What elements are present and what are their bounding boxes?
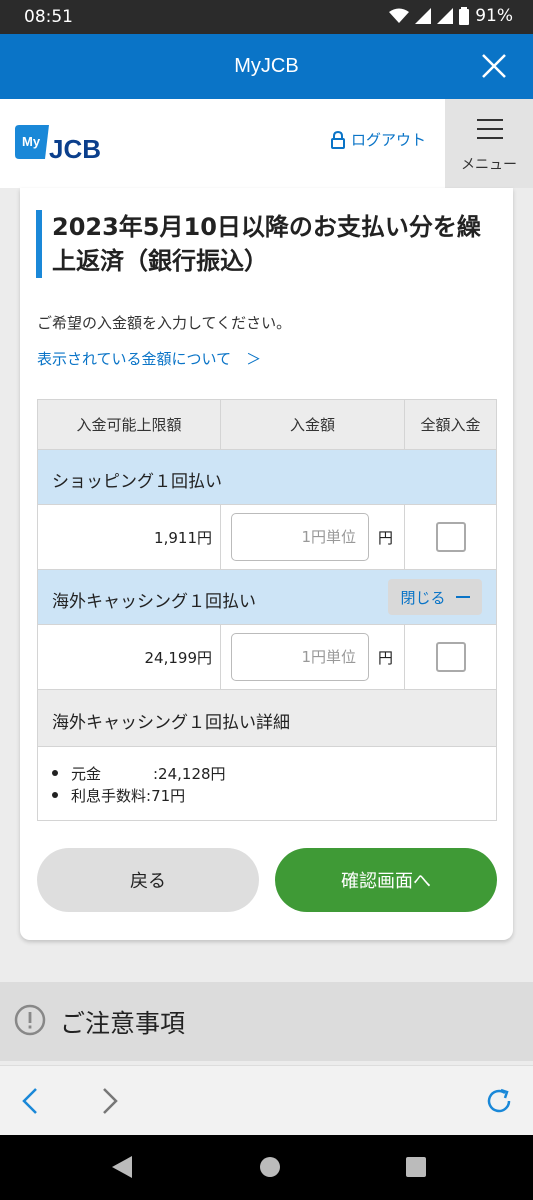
battery-icon [459, 7, 470, 25]
status-bar: 08:51 91% [0, 0, 533, 34]
status-icons: 91% [389, 6, 513, 26]
toggle-label: 閉じる [400, 588, 446, 607]
amount-cell: 円 [221, 505, 405, 569]
intro-text: ご希望の入金額を入力してください。 [37, 314, 292, 332]
wifi-icon [389, 8, 410, 23]
logo-jcb-text: JCB [49, 134, 101, 161]
col-full-header: 全額入金 [420, 416, 481, 434]
battery-percent: 91% [475, 6, 513, 26]
detail-header: 海外キャッシング１回払い詳細 [38, 690, 496, 747]
system-nav-bar [0, 1135, 533, 1200]
logout-link[interactable]: ログアウト [331, 129, 426, 150]
table-header: 入金可能上限額 入金額 全額入金 [38, 400, 496, 450]
signal-icon [437, 8, 454, 24]
nav-back-icon[interactable] [112, 1156, 132, 1178]
myjcb-logo[interactable]: My JCB [15, 125, 119, 164]
limit-value: 24,199円 [38, 625, 221, 689]
section-shopping: ショッピング１回払い [38, 450, 496, 505]
shopping-full-checkbox[interactable] [435, 522, 466, 552]
site-header: My JCB ログアウト メニュー [0, 99, 533, 188]
unit-label: 円 [378, 528, 394, 547]
list-item: 元金 :24,128円 [52, 762, 226, 784]
chevron-left-icon[interactable] [18, 1086, 42, 1116]
shopping-amount-input[interactable] [231, 513, 369, 561]
close-icon[interactable] [479, 51, 509, 81]
unit-label: 円 [378, 648, 394, 667]
chevron-right-icon[interactable] [98, 1086, 122, 1116]
cashing-amount-input[interactable] [231, 633, 369, 681]
col-amount-header: 入金額 [221, 400, 405, 449]
notice-section[interactable]: ご注意事項 [0, 982, 533, 1061]
table-row: 24,199円 円 [38, 625, 496, 690]
confirm-button[interactable]: 確認画面へ [275, 848, 497, 912]
detail-list: 元金 :24,128円 利息手数料 :71円 [52, 762, 226, 806]
detail-key: 元金 [71, 764, 102, 783]
signal-icon [415, 8, 432, 24]
full-cell [405, 625, 496, 689]
amount-cell: 円 [221, 625, 405, 689]
col-limit-header: 入金可能上限額 [38, 400, 221, 449]
limit-value: 1,911円 [38, 505, 221, 569]
list-item: 利息手数料 :71円 [52, 784, 226, 806]
section-label: 海外キャッシング１回払い [52, 592, 256, 612]
exclamation-circle-icon [14, 1004, 46, 1036]
section-label: ショッピング１回払い [52, 472, 222, 492]
payment-table: 入金可能上限額 入金額 全額入金 ショッピング１回払い 1,911円 円 海外キ… [37, 399, 497, 821]
back-button[interactable]: 戻る [37, 848, 259, 912]
page-title: 2023年5月10日以降のお支払い分を繰上返済（銀行振込） [36, 210, 496, 278]
detail-value: :71円 [146, 786, 186, 805]
reload-icon[interactable] [484, 1086, 514, 1116]
detail-body: 元金 :24,128円 利息手数料 :71円 [38, 747, 496, 820]
section-overseas-cashing: 海外キャッシング１回払い 閉じる [38, 570, 496, 625]
notice-title: ご注意事項 [60, 1009, 186, 1038]
minus-icon [455, 596, 470, 598]
hamburger-icon [477, 119, 503, 139]
repayment-card: 2023年5月10日以降のお支払い分を繰上返済（銀行振込） ご希望の入金額を入力… [20, 188, 513, 940]
cashing-full-checkbox[interactable] [435, 642, 466, 672]
amount-info-link[interactable]: 表示されている金額について ＞ [37, 348, 261, 369]
collapse-toggle-button[interactable]: 閉じる [388, 579, 482, 615]
full-cell [405, 505, 496, 569]
status-time: 08:51 [24, 7, 73, 27]
lock-icon [331, 130, 345, 149]
detail-key: 利息手数料 [71, 786, 147, 805]
table-row: 1,911円 円 [38, 505, 496, 570]
menu-label: メニュー [461, 157, 517, 173]
menu-button[interactable]: メニュー [445, 99, 533, 188]
detail-title: 海外キャッシング１回払い詳細 [52, 713, 290, 733]
browser-toolbar [0, 1065, 533, 1135]
app-bar: MyJCB [0, 34, 533, 99]
nav-recents-icon[interactable] [406, 1156, 426, 1178]
app-title: MyJCB [234, 55, 299, 77]
logo-my-text: My [22, 134, 41, 149]
logout-label: ログアウト [351, 131, 427, 149]
detail-value: :24,128円 [153, 764, 226, 783]
nav-home-icon[interactable] [259, 1156, 281, 1178]
